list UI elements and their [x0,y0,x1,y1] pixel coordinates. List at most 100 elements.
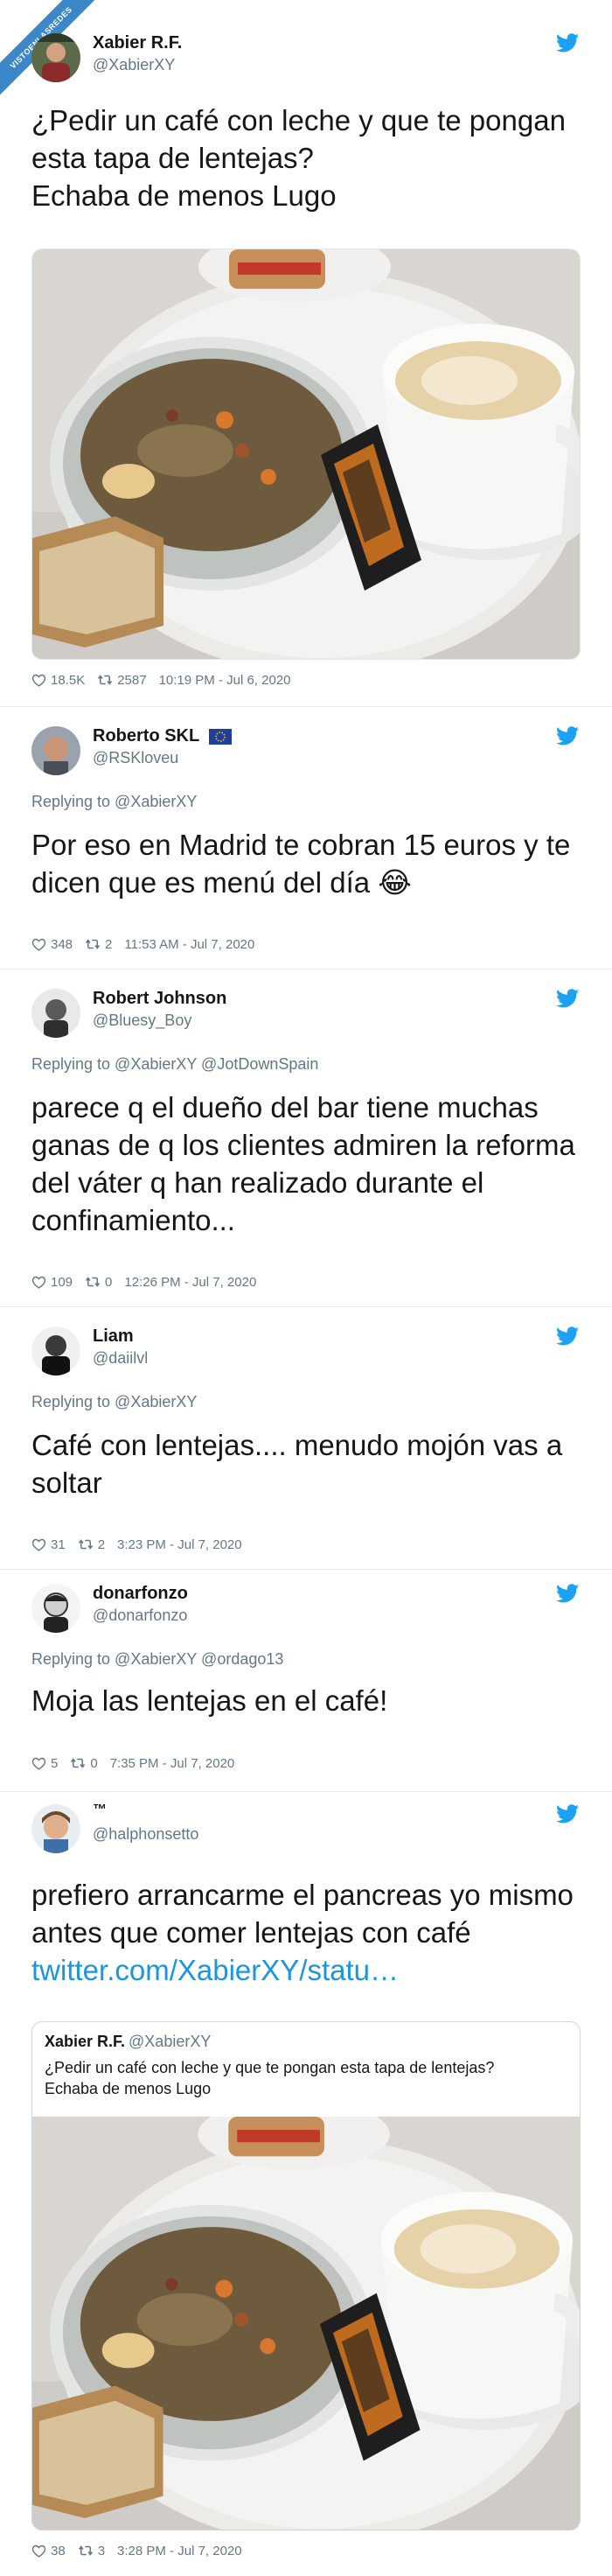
avatar[interactable] [31,1804,80,1853]
retweet-icon[interactable] [78,2543,94,2558]
retweet-count: 0 [90,1755,98,1771]
tweet-5: donarfonzo @donarfonzo Replying to @Xabi… [0,1570,612,1792]
tweet-text-line: parece q el dueño del bar tiene muchas [31,1091,539,1124]
tweet-text: ¿Pedir un café con leche y que te pongan… [31,102,591,214]
retweet-count: 0 [105,1274,113,1290]
quoted-display-name: Xabier R.F. [45,2033,126,2050]
quoted-text: ¿Pedir un café con leche y que te pongan… [45,2057,569,2099]
tweet-text-line: dicen que es menú del día 😂 [31,866,412,899]
twitter-bird-icon[interactable] [556,33,579,52]
retweet-count: 2 [105,936,113,952]
quoted-author[interactable]: Xabier R.F. @XabierXY [45,2033,211,2051]
display-name[interactable]: Robert Johnson [93,989,226,1009]
tweet-text-line: ¿Pedir un café con leche y que te pongan [31,104,566,136]
tweet-text: Por eso en Madrid te cobran 15 euros y t… [31,826,591,901]
display-name[interactable]: Liam [93,1326,134,1347]
replying-to[interactable]: Replying to @XabierXY @JotDownSpain [31,1055,318,1074]
user-handle[interactable]: @Bluesy_Boy [93,1012,191,1030]
timestamp[interactable]: 11:53 AM - Jul 7, 2020 [124,937,254,952]
retweet-icon[interactable] [85,936,101,952]
avatar[interactable] [31,33,80,82]
display-name[interactable]: ™ [93,1802,107,1818]
tweet-3: Robert Johnson @Bluesy_Boy Replying to @… [0,970,612,1307]
heart-icon[interactable] [31,1275,46,1290]
tweet-meta: 38 3 3:28 PM - Jul 7, 2020 [31,2543,242,2558]
quoted-text-line: Echaba de menos Lugo [45,2080,212,2097]
like-count: 38 [51,2543,66,2558]
tweet-link[interactable]: twitter.com/XabierXY/statu… [31,1951,591,1989]
avatar[interactable] [31,989,80,1038]
timestamp[interactable]: 3:28 PM - Jul 7, 2020 [117,2544,242,2558]
like-count: 348 [51,936,73,952]
tweet-meta: 18.5K 2587 10:19 PM - Jul 6, 2020 [31,672,291,688]
eu-flag-icon [209,728,233,745]
timestamp[interactable]: 7:35 PM - Jul 7, 2020 [110,1756,235,1771]
tweet-photo[interactable] [31,248,581,660]
like-count: 5 [51,1755,59,1771]
replying-to[interactable]: Replying to @XabierXY [31,1393,197,1411]
tweet-text: Café con lentejas.... menudo mojón vas a… [31,1426,591,1502]
like-count: 31 [51,1536,66,1552]
twitter-bird-icon[interactable] [556,1584,579,1603]
tweet-text: prefiero arrancarme el pancreas yo mismo… [31,1876,591,1989]
twitter-bird-icon[interactable] [556,726,579,746]
quoted-text-line: ¿Pedir un café con leche y que te pongan… [45,2059,495,2076]
tweet-text-line: Moja las lentejas en el café! [31,1684,388,1717]
like-count: 109 [51,1274,73,1290]
tweet-text: Moja las lentejas en el café! [31,1682,591,1719]
user-handle[interactable]: @XabierXY [93,56,175,74]
tweet-text-line: Café con lentejas.... menudo mojón vas a [31,1429,563,1461]
tweet-text-line: confinamiento... [31,1204,235,1236]
like-count: 18.5K [51,672,86,688]
tweet-text-line: del váter q han realizado durante el [31,1166,484,1199]
retweet-count: 3 [97,2543,106,2558]
tweet-meta: 31 2 3:23 PM - Jul 7, 2020 [31,1536,242,1552]
user-handle[interactable]: @halphonsetto [93,1825,198,1844]
avatar[interactable] [31,726,80,775]
tweet-text-line: soltar [31,1466,102,1499]
heart-icon[interactable] [31,1537,46,1552]
quoted-photo[interactable] [32,2117,580,2530]
retweet-icon[interactable] [70,1755,86,1771]
user-handle[interactable]: @donarfonzo [93,1606,187,1625]
heart-icon[interactable] [31,1756,46,1771]
timestamp[interactable]: 10:19 PM - Jul 6, 2020 [159,673,291,688]
twitter-bird-icon[interactable] [556,1804,579,1824]
display-name[interactable]: Xabier R.F. [93,33,182,53]
tweet-text-line: esta tapa de lentejas? [31,142,314,174]
avatar[interactable] [31,1584,80,1633]
tweet-meta: 109 0 12:26 PM - Jul 7, 2020 [31,1274,256,1290]
retweet-icon[interactable] [85,1274,101,1290]
replying-to[interactable]: Replying to @XabierXY @ordago13 [31,1650,283,1669]
tweet-text-line: Por eso en Madrid te cobran 15 euros y t… [31,829,571,861]
display-name-text: Roberto SKL [93,726,199,746]
display-name[interactable]: Roberto SKL [93,726,233,746]
retweet-count: 2 [97,1536,106,1552]
tweet-2: Roberto SKL @RSKloveu Replying to @Xabie… [0,707,612,970]
heart-icon[interactable] [31,673,46,688]
heart-icon[interactable] [31,937,46,952]
user-handle[interactable]: @daiilvl [93,1349,148,1368]
replying-to[interactable]: Replying to @XabierXY [31,793,197,811]
avatar[interactable] [31,1326,80,1376]
tweet-text-line: prefiero arrancarme el pancreas yo mismo [31,1879,574,1911]
retweet-icon[interactable] [78,1536,94,1552]
tweet-4: Liam @daiilvl Replying to @XabierXY Café… [0,1307,612,1570]
user-handle[interactable]: @RSKloveu [93,749,178,767]
twitter-bird-icon[interactable] [556,989,579,1008]
tweet-meta: 5 0 7:35 PM - Jul 7, 2020 [31,1755,234,1771]
twitter-bird-icon[interactable] [556,1326,579,1346]
retweet-count: 2587 [117,672,147,688]
quoted-tweet[interactable]: Xabier R.F. @XabierXY ¿Pedir un café con … [31,2021,581,2530]
tweet-text-line: ganas de q los clientes admiren la refor… [31,1129,575,1161]
tweet-meta: 348 2 11:53 AM - Jul 7, 2020 [31,936,254,952]
quoted-handle: @XabierXY [129,2033,212,2050]
tweet-text: parece q el dueño del bar tiene muchas g… [31,1088,591,1239]
tweet-text-line: Echaba de menos Lugo [31,179,337,212]
retweet-icon[interactable] [97,672,113,688]
timestamp[interactable]: 12:26 PM - Jul 7, 2020 [124,1275,256,1290]
tweet-text-line: antes que comer lentejas con café [31,1916,471,1949]
display-name[interactable]: donarfonzo [93,1584,188,1604]
timestamp[interactable]: 3:23 PM - Jul 7, 2020 [117,1537,242,1552]
heart-icon[interactable] [31,2544,46,2558]
